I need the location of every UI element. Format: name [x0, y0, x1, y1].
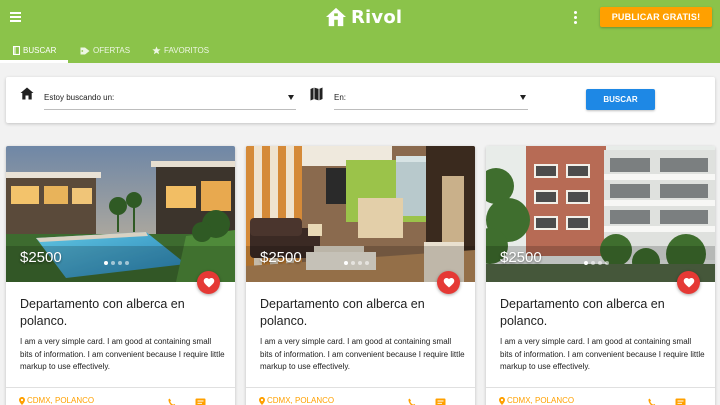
star-icon [152, 46, 161, 55]
carousel-dot[interactable] [591, 261, 595, 265]
location-select[interactable]: En: [334, 88, 528, 110]
dropdown-arrow-icon [288, 95, 294, 100]
brand-logo[interactable]: Rivol [325, 5, 402, 29]
property-type-label: Estoy buscando un: [44, 93, 115, 102]
tab-label: OFERTAS [93, 46, 131, 55]
app-bar: Rivol PUBLICAR GRATIS! BUSCAR OFERTAS FA… [0, 0, 720, 63]
dropdown-arrow-icon [520, 95, 526, 100]
location-pin-icon [499, 396, 505, 405]
favorite-button[interactable] [197, 271, 220, 294]
home-logo-icon [326, 7, 346, 27]
heart-icon [203, 278, 214, 288]
listing-title: Departamento con alberca en polanco. [500, 297, 665, 328]
listing-title: Departamento con alberca en polanco. [260, 297, 425, 328]
active-tab-indicator [0, 60, 68, 63]
message-icon[interactable] [194, 396, 206, 405]
publish-free-button[interactable]: PUBLICAR GRATIS! [600, 7, 712, 27]
map-icon [310, 87, 324, 101]
card-divider [246, 387, 475, 388]
listing-description: I am a very simple card. I am good at co… [500, 337, 705, 371]
app-title: Rivol [351, 6, 403, 28]
favorite-button[interactable] [437, 271, 460, 294]
heart-icon [443, 278, 454, 288]
book-icon [13, 46, 20, 55]
carousel-dot[interactable] [584, 261, 588, 265]
card-divider [6, 387, 235, 388]
more-vert-icon[interactable] [573, 11, 579, 25]
carousel-dot[interactable] [118, 261, 122, 265]
carousel-dot[interactable] [111, 261, 115, 265]
carousel-indicators [344, 261, 369, 265]
carousel-indicators [584, 261, 609, 265]
message-icon[interactable] [434, 396, 446, 405]
card-divider [486, 387, 715, 388]
listing-location-link[interactable]: CDMX, POLANCO [259, 396, 334, 405]
tab-label: FAVORITOS [164, 46, 210, 55]
carousel-dot[interactable] [605, 261, 609, 265]
phone-icon[interactable] [646, 396, 658, 405]
carousel-dot[interactable] [125, 261, 129, 265]
listing-description: I am a very simple card. I am good at co… [20, 337, 225, 371]
menu-icon[interactable] [9, 10, 23, 24]
search-button[interactable]: BUSCAR [586, 89, 655, 110]
message-icon[interactable] [674, 396, 686, 405]
tab-bar: BUSCAR OFERTAS FAVORITOS [0, 38, 720, 63]
carousel-dot[interactable] [358, 261, 362, 265]
home-icon [20, 87, 34, 101]
listing-price: $2500 [500, 249, 542, 266]
carousel-dot[interactable] [344, 261, 348, 265]
listing-description: I am a very simple card. I am good at co… [260, 337, 465, 371]
property-type-select[interactable]: Estoy buscando un: [44, 88, 296, 110]
listing-card[interactable]: $2500 Departamento con alberca en polanc… [6, 146, 235, 405]
listing-card[interactable]: $2500 Departamento con alberca en polanc… [486, 146, 715, 405]
listing-location: CDMX, POLANCO [27, 396, 95, 405]
carousel-dot[interactable] [598, 261, 602, 265]
heart-icon [683, 278, 694, 288]
tab-favoritos[interactable]: FAVORITOS [152, 38, 209, 63]
listing-location-link[interactable]: CDMX, POLANCO [499, 396, 574, 405]
carousel-dot[interactable] [104, 261, 108, 265]
carousel-indicators [104, 261, 129, 265]
favorite-button[interactable] [677, 271, 700, 294]
carousel-dot[interactable] [365, 261, 369, 265]
phone-icon[interactable] [406, 396, 418, 405]
listing-price: $2500 [260, 249, 302, 266]
tab-ofertas[interactable]: OFERTAS [80, 38, 130, 63]
listing-location: CDMX, POLANCO [507, 396, 575, 405]
location-label: En: [334, 93, 347, 102]
listing-location-link[interactable]: CDMX, POLANCO [19, 396, 94, 405]
listing-price: $2500 [20, 249, 62, 266]
listing-location: CDMX, POLANCO [267, 396, 335, 405]
carousel-dot[interactable] [351, 261, 355, 265]
tag-icon [80, 47, 90, 55]
listing-card[interactable]: $2500 Departamento con alberca en polanc… [246, 146, 475, 405]
location-pin-icon [259, 396, 265, 405]
location-pin-icon [19, 396, 25, 405]
tab-label: BUSCAR [23, 46, 57, 55]
search-panel: Estoy buscando un: En: BUSCAR [6, 77, 715, 123]
listing-title: Departamento con alberca en polanco. [20, 297, 185, 328]
phone-icon[interactable] [166, 396, 178, 405]
